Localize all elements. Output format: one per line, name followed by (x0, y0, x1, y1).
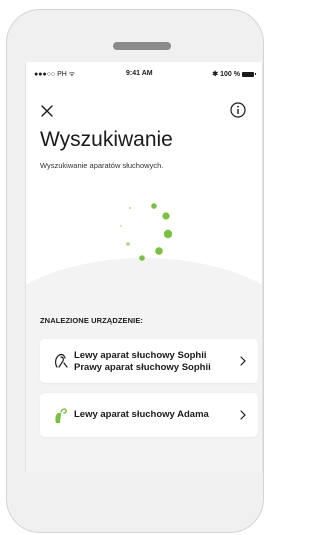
status-bar: ●●●○○ PH ᯤ 9:41 AM ✱ 100 % (26, 70, 262, 82)
chevron-right-icon (240, 410, 246, 420)
hearing-aid-outline-icon (55, 353, 68, 368)
device-name-left: Lewy aparat słuchowy Sophii (74, 350, 207, 361)
device-card-adam[interactable]: Lewy aparat słuchowy Adama (40, 393, 258, 437)
phone-speaker (113, 42, 171, 50)
carrier-signal: ●●●○○ PH ᯤ (34, 71, 76, 78)
phone-frame: ●●●○○ PH ᯤ 9:41 AM ✱ 100 % Wyszukiwanie … (6, 9, 264, 533)
chevron-right-icon (240, 356, 246, 366)
status-time: 9:41 AM (126, 70, 153, 77)
page-subtitle: Wyszukiwanie aparatów słuchowych. (40, 161, 164, 170)
curved-divider (26, 258, 262, 338)
hearing-aid-green-icon (55, 408, 67, 423)
found-devices-label: ZNALEZIONE URZĄDZENIE: (40, 316, 144, 325)
battery-percentage: 100 % (220, 70, 240, 78)
bluetooth-icon: ✱ (212, 71, 219, 78)
device-name-right: Prawy aparat słuchowy Sophii (74, 362, 211, 373)
app-screen: ●●●○○ PH ᯤ 9:41 AM ✱ 100 % Wyszukiwanie … (25, 62, 263, 472)
close-icon[interactable] (40, 104, 54, 118)
device-name: Lewy aparat słuchowy Adama (74, 409, 209, 420)
info-icon[interactable] (230, 102, 246, 118)
device-names: Lewy aparat słuchowy Sophii Prawy aparat… (74, 350, 211, 374)
battery-indicator: ✱ 100 % (212, 70, 256, 78)
device-card-sophia[interactable]: Lewy aparat słuchowy Sophii Prawy aparat… (40, 339, 258, 383)
battery-icon (242, 71, 256, 77)
loading-spinner (120, 203, 173, 261)
page-title: Wyszukiwanie (40, 128, 173, 151)
